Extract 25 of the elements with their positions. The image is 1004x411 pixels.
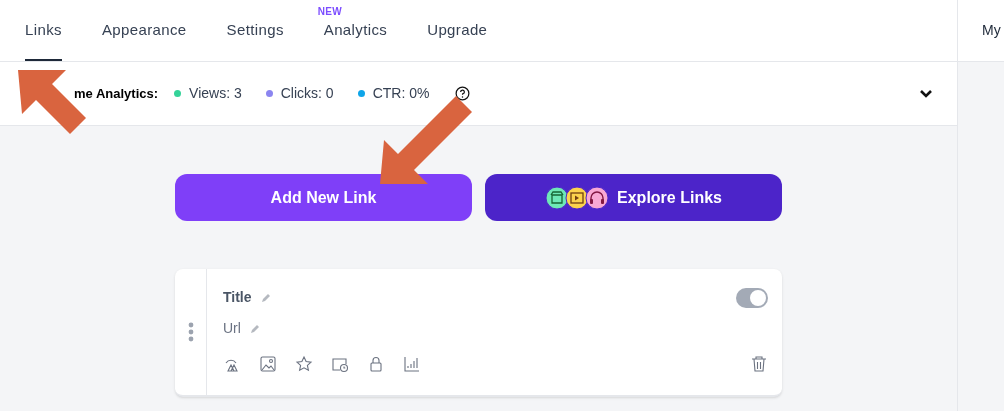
image-icon[interactable]: [259, 355, 277, 373]
app-icons-drawing: [545, 185, 610, 210]
lock-icon[interactable]: [367, 355, 385, 373]
link-title[interactable]: Title: [223, 287, 252, 308]
star-icon[interactable]: [295, 355, 313, 373]
panel-title: My: [982, 21, 1001, 40]
add-link-button[interactable]: Add New Link: [175, 174, 472, 221]
trash-icon[interactable]: [750, 355, 768, 373]
link-url[interactable]: Url: [223, 318, 241, 339]
stat-text: Clicks: 0: [280, 84, 334, 103]
tab[interactable]: Upgrade: [427, 19, 488, 61]
explore-button[interactable]: Explore Links: [485, 174, 782, 221]
help-icon[interactable]: [455, 86, 471, 101]
bar-chart-icon[interactable]: [403, 355, 421, 373]
stat-text: Views: 3: [189, 84, 242, 103]
tab[interactable]: Settings: [226, 19, 284, 61]
calendar-clock-icon[interactable]: [331, 355, 349, 373]
tab[interactable]: Analytics: [323, 19, 388, 61]
drag-handle-icon[interactable]: [187, 322, 194, 342]
analytics-label: me Analytics:: [74, 84, 159, 103]
toggle-switch[interactable]: [736, 287, 768, 308]
new-label: NEW: [317, 6, 342, 18]
stat-text: CTR: 0%: [372, 84, 430, 103]
tab[interactable]: Appearance: [101, 19, 187, 61]
chevron-icon[interactable]: [919, 88, 933, 99]
